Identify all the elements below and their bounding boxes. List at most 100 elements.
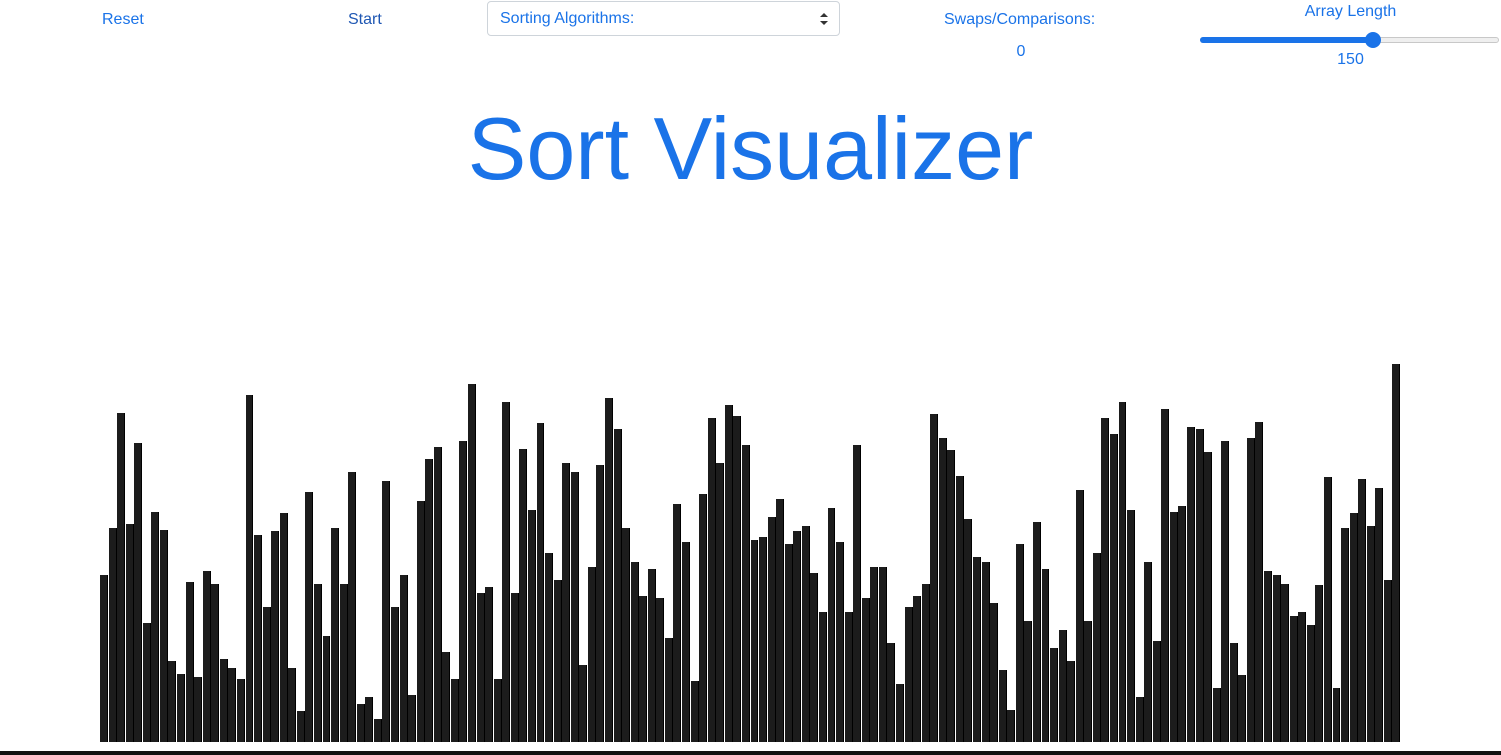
array-bar (870, 566, 879, 742)
slider-fill (1200, 37, 1374, 43)
array-bar (1272, 574, 1281, 742)
array-bar (664, 637, 673, 742)
array-bar (579, 664, 588, 742)
array-bar (1306, 625, 1315, 742)
array-bar (1238, 674, 1247, 742)
array-bar (596, 464, 605, 742)
array-bar (1366, 526, 1375, 742)
array-bar (724, 404, 733, 742)
array-bar (630, 562, 639, 742)
array-bar (981, 562, 990, 742)
array-bar (656, 598, 665, 742)
array-bar (690, 680, 699, 742)
array-bar (1032, 522, 1041, 742)
array-bar (1067, 661, 1076, 742)
array-bar (228, 668, 237, 742)
array-bar (1050, 648, 1059, 742)
array-bar (339, 583, 348, 742)
array-bar (767, 517, 776, 742)
array-bar (604, 398, 613, 742)
array-bar (288, 668, 297, 742)
array-bar (1323, 477, 1332, 742)
array-bar (1246, 437, 1255, 742)
array-bar (759, 536, 767, 742)
array-bar (545, 553, 554, 742)
array-bar (622, 527, 631, 742)
array-bar (408, 695, 417, 742)
array-bar (990, 603, 999, 742)
reset-button[interactable]: Reset (102, 11, 144, 29)
array-bar (108, 527, 117, 742)
array-bar (450, 679, 459, 742)
array-bar (211, 583, 220, 742)
array-bar (973, 556, 981, 742)
array-bar (1332, 688, 1341, 742)
select-arrows-icon (820, 13, 828, 25)
array-bar (853, 445, 862, 742)
array-bar (1358, 479, 1367, 742)
array-bar (433, 446, 442, 742)
array-bar (322, 635, 331, 742)
array-bar (784, 544, 793, 742)
array-bar (202, 571, 211, 742)
array-bar (1169, 511, 1178, 742)
array-bar (1118, 401, 1127, 742)
array-bar (459, 441, 468, 742)
array-bar (305, 491, 314, 742)
algorithm-select-value: Sorting Algorithms: (500, 10, 635, 27)
array-length-slider[interactable] (1200, 32, 1501, 48)
array-bar (1015, 544, 1024, 742)
array-bar (1075, 490, 1084, 742)
counter-label: Swaps/Comparisons: (944, 11, 1096, 28)
array-bar (1084, 621, 1093, 742)
array-bar (1109, 434, 1118, 742)
array-bar (185, 581, 194, 742)
slider-thumb[interactable] (1365, 32, 1382, 48)
array-bar (382, 481, 391, 742)
array-bar (271, 531, 280, 742)
array-bar (913, 596, 922, 742)
array-bar (801, 526, 810, 742)
array-bar (1349, 513, 1358, 742)
array-bar (793, 531, 802, 742)
array-bar (947, 450, 956, 742)
array-bar (1229, 643, 1238, 742)
array-bar (476, 592, 485, 742)
array-bar (399, 574, 408, 742)
array-bar (1058, 630, 1067, 742)
array-bar (485, 587, 494, 742)
array-bar (296, 711, 305, 742)
page-title: Sort Visualizer (467, 99, 1034, 198)
array-bar (673, 504, 682, 742)
array-bar (844, 612, 853, 742)
array-bar (861, 598, 870, 742)
algorithm-select[interactable]: Sorting Algorithms: (487, 1, 840, 36)
array-bar (159, 529, 168, 742)
array-bar (1187, 427, 1195, 742)
array-bar (878, 567, 887, 742)
array-bar (527, 509, 536, 742)
array-bar (502, 401, 511, 742)
array-bar (236, 679, 245, 742)
array-bar (613, 428, 622, 742)
array-bar (1383, 580, 1392, 742)
array-bar (194, 677, 203, 742)
array-bar (1298, 612, 1307, 742)
array-bar (134, 443, 143, 742)
array-bar (887, 643, 896, 742)
array-bar (836, 542, 845, 742)
array-bar (699, 493, 708, 742)
array-bar (1255, 421, 1264, 742)
start-button[interactable]: Start (348, 11, 382, 29)
array-bar (1135, 697, 1144, 742)
array-bar (1144, 562, 1153, 742)
array-bar (741, 445, 750, 742)
counter-value: 0 (1016, 43, 1026, 60)
array-bar (536, 423, 545, 742)
array-bar (168, 661, 177, 742)
array-bar (1392, 364, 1401, 742)
array-bar (425, 459, 434, 742)
array-bar (151, 511, 160, 742)
array-bar (262, 607, 271, 742)
array-bar (442, 652, 451, 742)
